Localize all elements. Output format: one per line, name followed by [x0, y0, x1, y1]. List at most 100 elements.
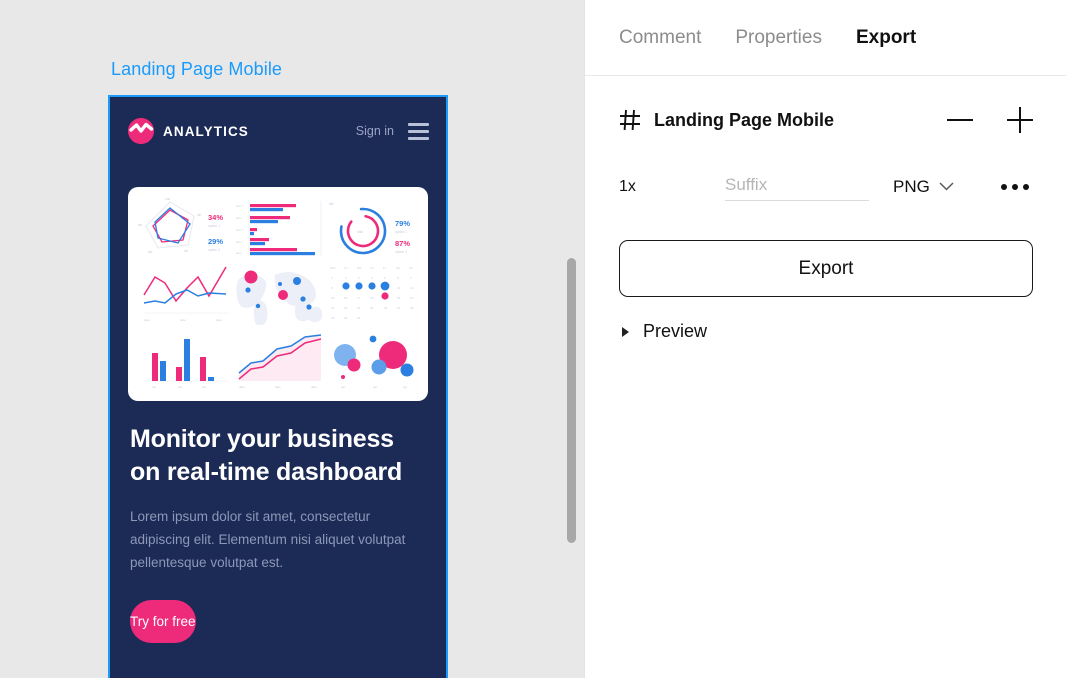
frame-name-label[interactable]: Landing Page Mobile	[111, 59, 282, 80]
triangle-right-icon	[622, 326, 629, 337]
canvas-vertical-scrollbar[interactable]	[567, 258, 576, 543]
export-header-actions	[947, 107, 1033, 133]
svg-text:6: 6	[397, 276, 399, 280]
svg-text:22: 22	[331, 306, 335, 310]
svg-text:27: 27	[397, 306, 401, 310]
svg-text:total: total	[357, 230, 363, 234]
svg-text:7: 7	[410, 276, 412, 280]
export-format-select[interactable]: PNG	[893, 177, 954, 197]
try-for-free-button[interactable]: Try for free	[130, 600, 196, 644]
donut-chart: title total 79% option 1 87% option 2	[327, 198, 418, 259]
svg-text:28: 28	[410, 306, 414, 310]
svg-text:item: item	[236, 240, 242, 244]
svg-text:lab: lab	[184, 249, 188, 253]
svg-text:5: 5	[384, 276, 386, 280]
svg-text:29: 29	[331, 316, 335, 320]
export-target-name: Landing Page Mobile	[654, 109, 835, 130]
export-suffix-input[interactable]	[725, 173, 869, 201]
svg-text:title: title	[329, 202, 334, 206]
frame-hash-icon	[619, 109, 641, 131]
export-settings-row: 1x PNG	[585, 164, 1066, 210]
svg-text:item: item	[236, 228, 242, 232]
preview-label: Preview	[643, 321, 708, 341]
svg-text:Su: Su	[409, 266, 413, 270]
tab-properties[interactable]: Properties	[735, 27, 822, 49]
svg-text:Th: Th	[370, 266, 374, 270]
selected-frame[interactable]: ANALYTICS Sign in Lab lab lab lab lab 34…	[108, 95, 448, 678]
svg-text:79%: 79%	[395, 219, 410, 228]
chevron-down-icon	[939, 178, 954, 196]
svg-text:item: item	[236, 204, 242, 208]
svg-text:lab: lab	[197, 213, 201, 217]
preview-disclosure[interactable]: Preview	[622, 321, 1033, 342]
svg-text:cat: cat	[202, 385, 206, 389]
svg-text:cat: cat	[152, 385, 156, 389]
svg-text:Lab: Lab	[165, 198, 171, 201]
svg-text:87%: 87%	[395, 239, 410, 248]
svg-text:Tu: Tu	[344, 266, 348, 270]
hero-title: Monitor your business on real-time dashb…	[130, 425, 403, 487]
svg-text:23: 23	[344, 306, 348, 310]
navbar-actions: Sign in	[356, 122, 429, 140]
svg-text:We: We	[357, 266, 362, 270]
svg-text:14: 14	[410, 286, 414, 290]
tab-export[interactable]: Export	[856, 27, 916, 49]
panel-tabs: Comment Properties Export	[585, 0, 1066, 76]
brand-logo: ANALYTICS	[128, 118, 249, 144]
export-button[interactable]: Export	[619, 240, 1033, 297]
svg-text:Fr: Fr	[383, 266, 386, 270]
svg-text:13: 13	[397, 286, 401, 290]
svg-text:Sa: Sa	[396, 266, 400, 270]
svg-text:24: 24	[357, 306, 361, 310]
export-scale-value[interactable]: 1x	[619, 178, 725, 196]
svg-text:cat: cat	[178, 385, 182, 389]
svg-text:20: 20	[397, 296, 401, 300]
right-sidebar-panel: Comment Properties Export Landing Page M…	[584, 0, 1066, 678]
svg-text:date: date	[216, 318, 222, 322]
svg-text:lab: lab	[148, 250, 152, 254]
svg-text:17: 17	[357, 296, 361, 300]
svg-text:25: 25	[370, 306, 374, 310]
svg-text:option 1: option 1	[208, 224, 220, 228]
svg-text:26: 26	[384, 306, 388, 310]
design-canvas[interactable]: Landing Page Mobile ANALYTICS Sign in La…	[0, 0, 584, 678]
svg-text:date: date	[239, 385, 245, 389]
svg-text:item: item	[236, 251, 242, 255]
ellipsis-dot	[1023, 184, 1029, 190]
export-format-value: PNG	[893, 177, 930, 196]
hero-body-text: Lorem ipsum dolor sit amet, consectetur …	[130, 508, 406, 570]
svg-text:grp: grp	[403, 385, 408, 389]
svg-text:option 2: option 2	[208, 248, 220, 252]
mobile-mockup: ANALYTICS Sign in Lab lab lab lab lab 34…	[110, 97, 446, 678]
world-map-chart	[233, 263, 324, 325]
add-export-setting-button[interactable]	[1007, 107, 1033, 133]
hamburger-menu-icon[interactable]	[408, 122, 429, 140]
area-chart: date date date	[233, 329, 324, 390]
svg-text:31: 31	[357, 316, 361, 320]
sign-in-link[interactable]: Sign in	[356, 124, 394, 138]
svg-text:15: 15	[331, 296, 335, 300]
svg-text:8: 8	[331, 286, 333, 290]
calendar-heatmap-chart: MonTuWe ThFrSaSu 123 4567 8121314 151617…	[327, 263, 418, 324]
svg-text:grp: grp	[341, 385, 346, 389]
svg-text:grp: grp	[373, 385, 378, 389]
svg-text:item: item	[236, 216, 242, 220]
svg-text:option 2: option 2	[395, 250, 407, 254]
ellipsis-dot	[1012, 184, 1018, 190]
remove-export-setting-button[interactable]	[947, 107, 973, 133]
figma-export-screen: Landing Page Mobile ANALYTICS Sign in La…	[0, 0, 1066, 678]
svg-text:29%: 29%	[208, 237, 223, 246]
line-chart: date date date	[138, 263, 229, 324]
vertical-bar-chart: cat cat cat	[138, 329, 229, 390]
tab-comment[interactable]: Comment	[619, 27, 701, 49]
svg-text:16: 16	[344, 296, 348, 300]
svg-text:30: 30	[344, 316, 348, 320]
ellipsis-dot	[1001, 184, 1007, 190]
svg-text:date: date	[180, 318, 186, 322]
export-section-header: Landing Page Mobile	[585, 76, 1066, 164]
svg-text:21: 21	[410, 296, 414, 300]
analytics-logo-icon	[128, 118, 154, 144]
export-more-options-button[interactable]	[997, 180, 1033, 194]
svg-text:3: 3	[358, 276, 360, 280]
svg-text:lab: lab	[138, 223, 142, 227]
